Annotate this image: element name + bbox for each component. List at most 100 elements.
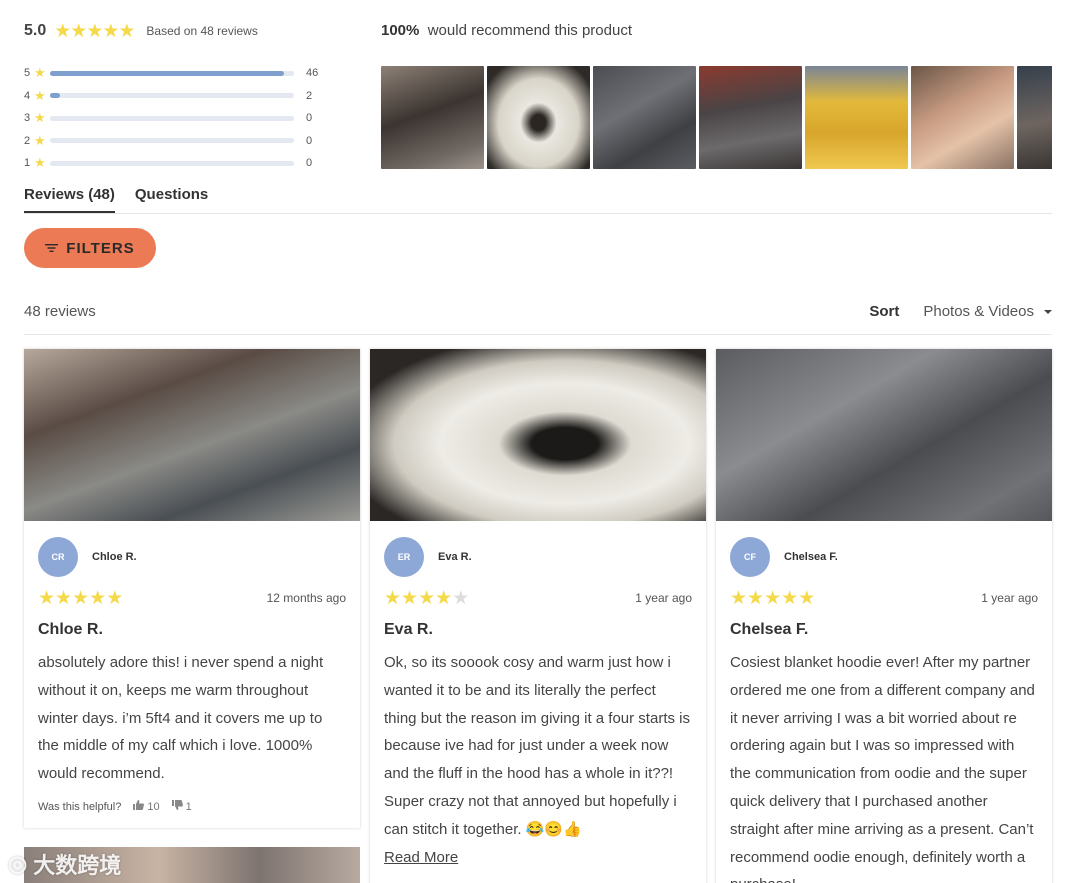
star-filled-icon: ★: [401, 587, 418, 609]
gallery-photo[interactable]: [381, 66, 484, 169]
sort-label: Sort: [869, 303, 900, 320]
review-date: 1 year ago: [981, 591, 1038, 605]
histogram-star-label: 4: [24, 89, 31, 102]
recommend-label: would recommend this product: [427, 22, 632, 39]
tab-reviews[interactable]: Reviews (48): [24, 186, 115, 213]
histogram-bar: [50, 93, 294, 99]
filters-label: FILTERS: [66, 239, 135, 257]
reviewer-name: Chelsea F.: [784, 551, 838, 563]
star-filled-icon: ★: [418, 587, 435, 609]
histogram-count: 0: [306, 112, 313, 125]
histogram-row[interactable]: 5 ★ 46: [24, 62, 334, 85]
review-title: Eva R.: [384, 621, 433, 638]
tab-questions[interactable]: Questions: [135, 186, 208, 213]
filter-icon: [45, 240, 59, 257]
histogram-bar-fill: [50, 93, 61, 99]
review-card: CF Chelsea F. ★ ★ ★ ★ ★ 1 year ago Chelsea F…: [716, 349, 1052, 883]
rating-stars-icon: ★ ★ ★ ★ ★: [384, 587, 469, 610]
histogram-star-label: 3: [24, 112, 31, 125]
star-icon: ★: [34, 110, 46, 126]
star-filled-icon: ★: [106, 587, 123, 609]
star-filled-icon: ★: [764, 587, 781, 609]
rating-stars-icon: ★ ★ ★ ★ ★: [730, 587, 815, 610]
sort-dropdown[interactable]: Photos & Videos: [923, 303, 1052, 320]
review-date: 1 year ago: [635, 591, 692, 605]
star-filled-icon: ★: [730, 587, 747, 609]
review-text: Cosiest blanket hoodie ever! After my pa…: [730, 654, 1035, 883]
star-filled-icon: ★: [798, 587, 815, 609]
star-filled-icon: ★: [55, 587, 72, 609]
rating-stars-icon: ★ ★ ★ ★ ★: [38, 587, 123, 610]
histogram-row[interactable]: 1 ★ 0: [24, 152, 334, 175]
gallery-photo[interactable]: [805, 66, 908, 169]
star-icon: ★: [34, 132, 46, 148]
chevron-down-icon: [1044, 309, 1052, 314]
histogram-row[interactable]: 2 ★ 0: [24, 130, 334, 153]
reviews-toolbar: 48 reviews Sort Photos & Videos: [24, 303, 1052, 335]
thumbs-down-button[interactable]: 1: [171, 800, 192, 813]
reviewer-name: Chloe R.: [92, 551, 137, 563]
average-stars-icon: ★★★★★: [54, 20, 135, 42]
star-filled-icon: ★: [435, 587, 452, 609]
review-photo[interactable]: [24, 349, 360, 521]
recommend-percent: 100%: [381, 22, 420, 39]
review-text: absolutely adore this! i never spend a n…: [38, 654, 324, 783]
star-filled-icon: ★: [781, 587, 798, 609]
reviewer-name: Eva R.: [438, 551, 472, 563]
thumbs-down-icon: [171, 800, 183, 813]
review-photo[interactable]: [716, 349, 1052, 521]
thumbs-up-icon: [133, 800, 145, 813]
review-title: Chelsea F.: [730, 621, 809, 638]
reviews-count: 48 reviews: [24, 303, 96, 320]
watermark: ◎ 大数跨境: [8, 848, 121, 880]
review-tabs: Reviews (48) Questions: [24, 186, 1052, 214]
star-filled-icon: ★: [384, 587, 401, 609]
average-score: 5.0: [24, 22, 47, 39]
helpful-row: Was this helpful? 10 1: [38, 796, 346, 818]
watermark-logo-icon: ◎: [8, 851, 28, 876]
recommend-text: 100% would recommend this product: [381, 22, 632, 39]
histogram-star-label: 1: [24, 157, 31, 170]
histogram-bar: [50, 70, 294, 76]
review-date: 12 months ago: [266, 591, 346, 605]
rating-histogram: 5 ★ 46 4 ★ 2 3 ★ 0 2 ★ 0 1 ★ 0: [24, 62, 334, 175]
gallery-photo[interactable]: [911, 66, 1014, 169]
star-filled-icon: ★: [747, 587, 764, 609]
average-rating-row: 5.0 ★★★★★ Based on 48 reviews: [24, 20, 334, 42]
review-title: Chloe R.: [38, 621, 103, 638]
watermark-text: 大数跨境: [33, 853, 122, 878]
avatar: CF: [730, 537, 770, 577]
review-card: ER Eva R. ★ ★ ★ ★ ★ 1 year ago Eva R. Ok, so…: [370, 349, 706, 883]
star-icon: ★: [34, 87, 46, 103]
star-icon: ★: [34, 155, 46, 171]
histogram-bar: [50, 115, 294, 121]
thumbs-up-button[interactable]: 10: [133, 800, 160, 813]
avatar: ER: [384, 537, 424, 577]
read-more-link[interactable]: Read More: [384, 844, 692, 872]
gallery-photo[interactable]: [699, 66, 802, 169]
sort-selected: Photos & Videos: [923, 303, 1034, 320]
photo-gallery: [381, 66, 1052, 169]
histogram-bar: [50, 160, 294, 166]
review-photo[interactable]: [370, 349, 706, 521]
thumbs-down-count: 1: [185, 800, 192, 813]
histogram-star-label: 2: [24, 134, 31, 147]
histogram-count: 2: [306, 89, 313, 102]
histogram-row[interactable]: 4 ★ 2: [24, 85, 334, 108]
filters-button[interactable]: FILTERS: [24, 228, 156, 268]
gallery-photo[interactable]: [593, 66, 696, 169]
review-card: CR Chloe R. ★ ★ ★ ★ ★ 12 months ago Chloe R.…: [24, 349, 360, 828]
avatar: CR: [38, 537, 78, 577]
histogram-row[interactable]: 3 ★ 0: [24, 107, 334, 130]
gallery-photo[interactable]: [1017, 66, 1052, 169]
histogram-count: 0: [306, 157, 313, 170]
thumbs-up-count: 10: [147, 800, 160, 813]
star-empty-icon: ★: [452, 587, 469, 609]
histogram-bar-fill: [50, 70, 284, 76]
histogram-count: 46: [306, 67, 319, 80]
gallery-photo[interactable]: [487, 66, 590, 169]
star-filled-icon: ★: [72, 587, 89, 609]
histogram-bar: [50, 138, 294, 144]
review-text: Ok, so its sooook cosy and warm just how…: [384, 654, 690, 838]
star-icon: ★: [34, 65, 46, 81]
